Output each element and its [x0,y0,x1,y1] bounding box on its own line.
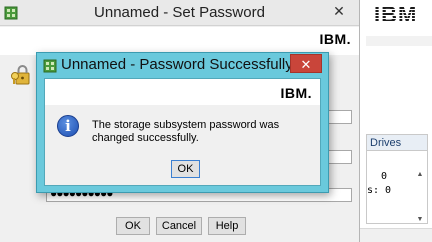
ibm-logo: IBM. [319,31,351,47]
drive-count-value: 0 [381,171,388,182]
toolbar-strip [366,36,432,46]
window-title: Unnamed - Set Password [94,4,265,21]
dialog-titlebar[interactable]: Unnamed - Password Successfully Cha... ✕ [37,53,328,77]
background-app-window: IBM Drives 0 s: 0 ▲ ▼ [360,0,432,242]
drives-panel: Drives 0 s: 0 ▲ ▼ [366,134,428,224]
vertical-scrollbar[interactable]: ▲ ▼ [415,171,425,223]
scroll-down-icon[interactable]: ▼ [415,216,425,223]
dialog-title: Unnamed - Password Successfully Cha... [61,56,299,73]
cancel-button[interactable]: Cancel [156,217,202,235]
bottom-bar [360,228,432,242]
ibm-logo: IBM [374,2,418,27]
panel-header[interactable]: Drives [367,135,427,151]
lock-key-icon [11,65,30,85]
ok-button[interactable]: OK [116,217,150,235]
dialog-message: The storage subsystem password was chang… [92,119,280,144]
success-dialog: Unnamed - Password Successfully Cha... ✕… [36,52,329,193]
scroll-up-icon[interactable]: ▲ [415,171,425,178]
dialog-ok-button[interactable]: OK [171,160,200,178]
close-icon[interactable]: ✕ [290,54,322,73]
dialog-body: IBM. i The storage subsystem password wa… [44,78,321,186]
ibm-logo: IBM. [280,85,312,101]
dialog-banner: IBM. [45,79,320,105]
close-icon[interactable]: ✕ [325,1,353,21]
help-button[interactable]: Help [208,217,246,235]
info-icon: i [57,115,79,137]
app-icon [43,59,57,73]
header-banner: IBM. [0,27,359,55]
window-titlebar[interactable]: Unnamed - Set Password ✕ [0,0,359,26]
drive-status-value: s: 0 [367,185,392,196]
